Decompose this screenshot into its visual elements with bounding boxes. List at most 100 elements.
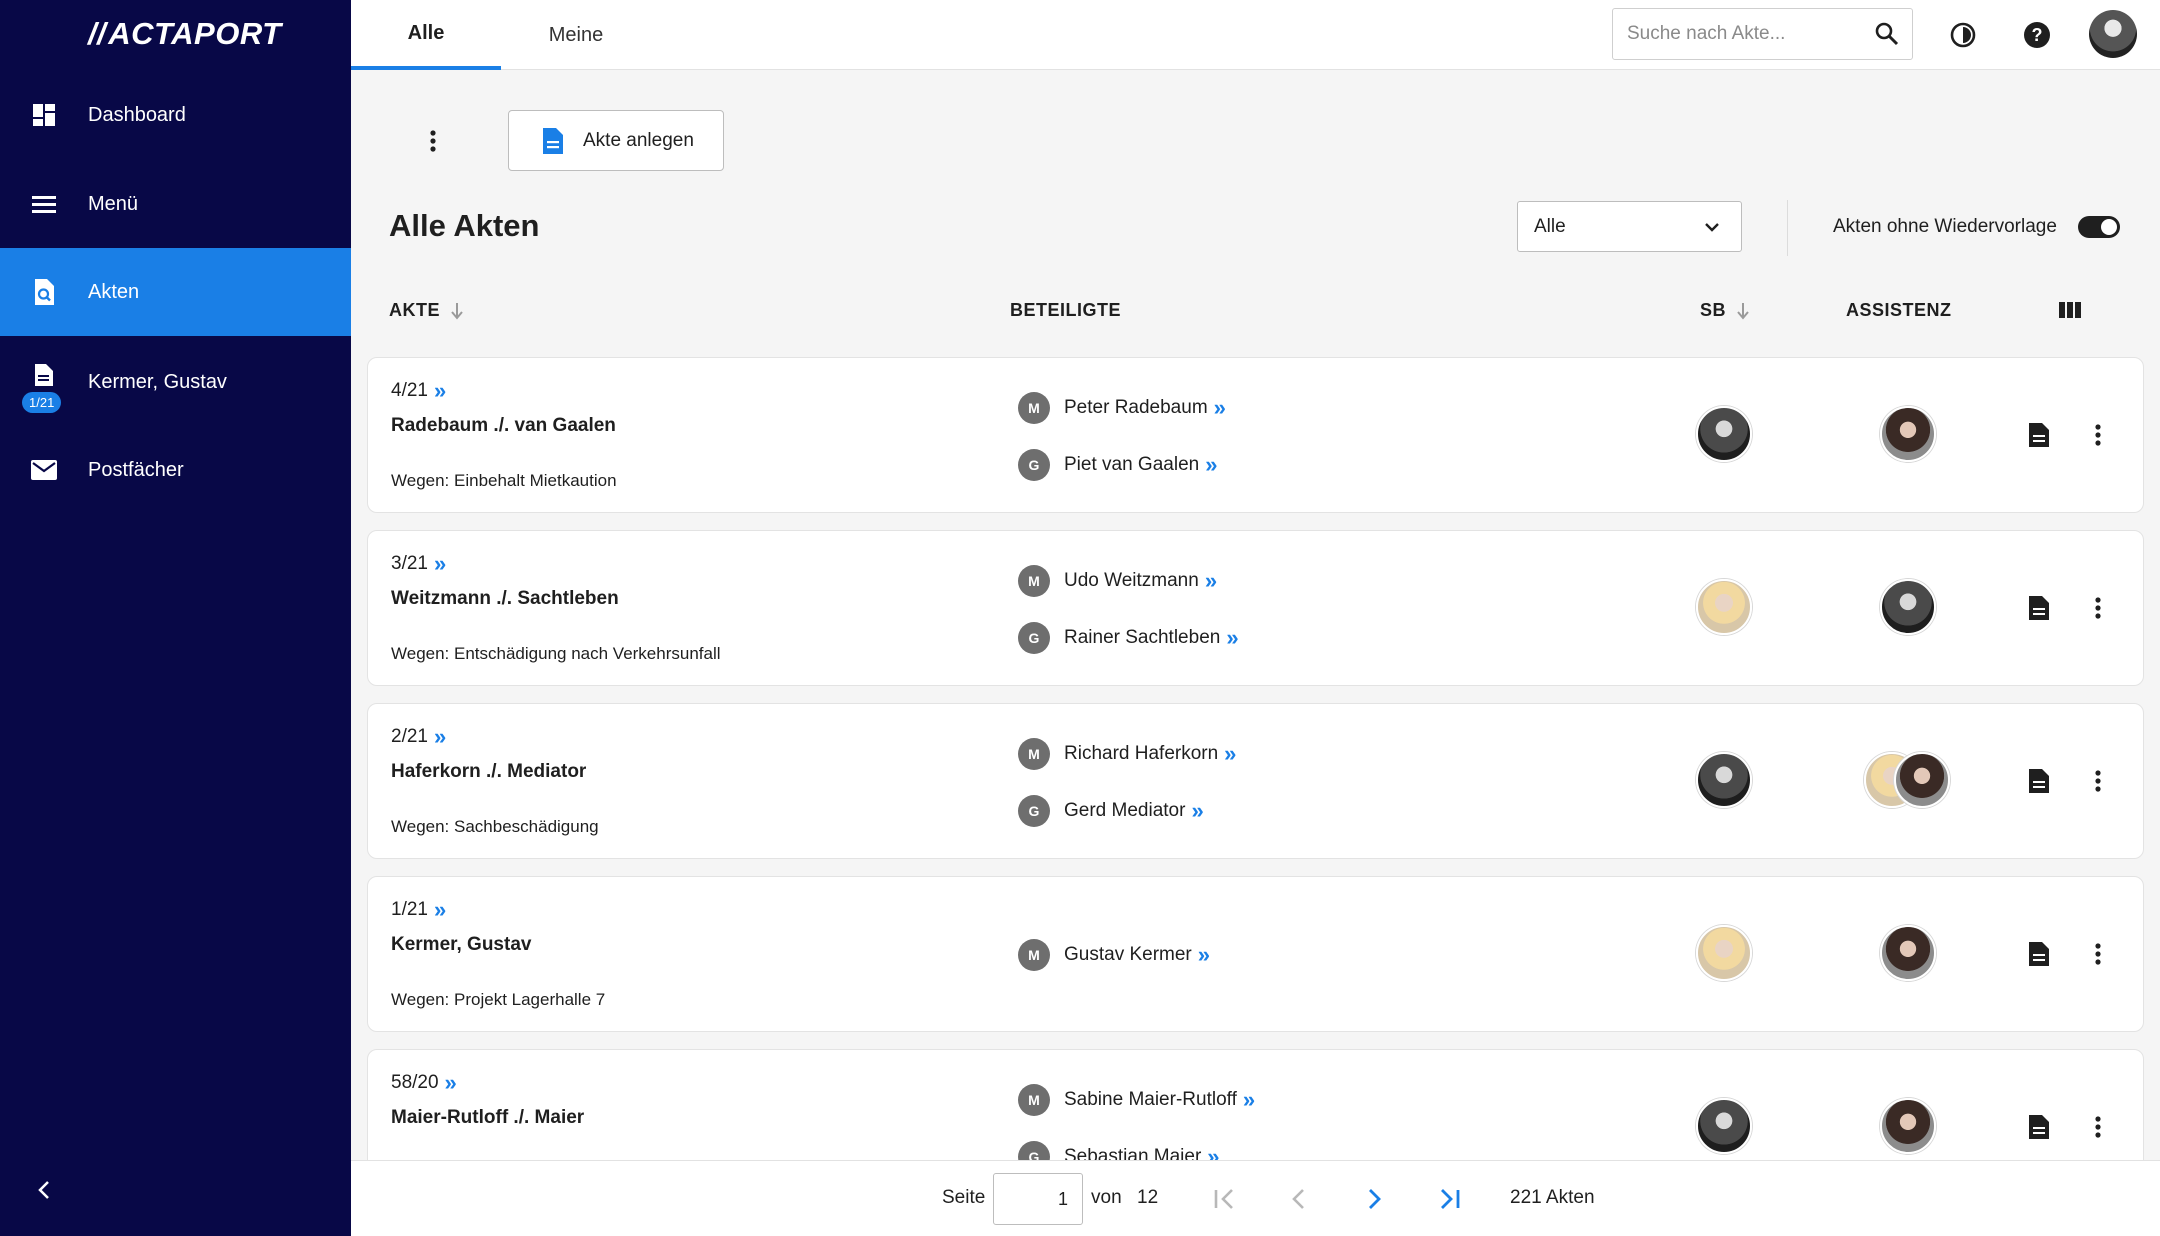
sidebar-item-postfaecher[interactable]: Postfächer: [0, 426, 351, 514]
sidebar-item-akten[interactable]: Akten: [0, 248, 351, 336]
table-row[interactable]: 1/21 » Kermer, Gustav Wegen: Projekt Lage…: [367, 876, 2144, 1032]
akte-name: Radebaum ./. van Gaalen: [391, 415, 616, 436]
open-party-link-icon[interactable]: »: [1243, 1089, 1255, 1111]
actaport-logo[interactable]: //ACTAPORT: [88, 16, 282, 52]
akte-name: Haferkorn ./. Mediator: [391, 761, 587, 782]
help-button[interactable]: ?: [2020, 18, 2054, 52]
column-header-sb[interactable]: SB: [1700, 300, 1750, 321]
sidebar-item-label: Menü: [88, 192, 139, 215]
collapse-sidebar-button[interactable]: [30, 1176, 58, 1204]
tab-alle[interactable]: Alle: [351, 0, 501, 70]
open-akte-link-icon[interactable]: »: [445, 1072, 457, 1094]
party-role-badge: M: [1018, 1084, 1050, 1116]
assistenz-avatar[interactable]: [1894, 752, 1950, 808]
search-input[interactable]: [1627, 9, 1867, 59]
sb-avatar[interactable]: [1696, 1098, 1752, 1154]
party-role-badge: M: [1018, 392, 1050, 424]
open-akte-link-icon[interactable]: »: [434, 726, 446, 748]
first-page-button[interactable]: [1209, 1183, 1241, 1215]
sidebar-item-menu[interactable]: Menü: [0, 160, 351, 248]
open-party-link-icon[interactable]: »: [1198, 944, 1210, 966]
open-party-link-icon[interactable]: »: [1191, 800, 1203, 822]
open-akte-link-icon[interactable]: »: [434, 553, 446, 575]
search-icon[interactable]: [1874, 21, 1900, 47]
document-icon[interactable]: [2028, 1114, 2050, 1140]
party-name: Richard Haferkorn: [1064, 743, 1219, 764]
open-akte-link-icon[interactable]: »: [434, 899, 446, 921]
row-more-button[interactable]: [2088, 939, 2108, 969]
row-more-button[interactable]: [2088, 420, 2108, 450]
column-header-akte[interactable]: AKTE: [389, 300, 464, 321]
party-name: Peter Radebaum: [1064, 397, 1208, 418]
divider: [1787, 200, 1788, 256]
sb-avatar[interactable]: [1696, 406, 1752, 462]
table-row[interactable]: 2/21 » Haferkorn ./. Mediator Wegen: Sach…: [367, 703, 2144, 859]
theme-toggle-button[interactable]: [1946, 18, 1980, 52]
page-number-input[interactable]: [993, 1173, 1083, 1225]
akte-subject: Wegen: Entschädigung nach Verkehrsunfall: [391, 644, 721, 663]
akte-subject: Wegen: Sachbeschädigung: [391, 817, 599, 836]
assistenz-avatar[interactable]: [1880, 406, 1936, 462]
sidebar-item-dashboard[interactable]: Dashboard: [0, 71, 351, 159]
sidebar-item-kermer-gustav[interactable]: 1/21 Kermer, Gustav: [0, 338, 351, 426]
tab-meine[interactable]: Meine: [501, 0, 651, 70]
akten-filter-select[interactable]: Alle: [1517, 201, 1742, 252]
sidebar-item-label: Dashboard: [88, 103, 186, 126]
columns-icon[interactable]: [2058, 300, 2082, 320]
open-party-link-icon[interactable]: »: [1205, 454, 1217, 476]
akten-ohne-wiedervorlage-toggle[interactable]: [2078, 216, 2120, 238]
row-more-button[interactable]: [2088, 766, 2108, 796]
assistenz-avatar[interactable]: [1880, 1098, 1936, 1154]
document-icon[interactable]: [2028, 768, 2050, 794]
akte-number: 2/21: [391, 726, 428, 747]
party-name: Gustav Kermer: [1064, 944, 1192, 965]
party-role-badge: G: [1018, 795, 1050, 827]
table-row[interactable]: 4/21 » Radebaum ./. van Gaalen Wegen: Ein…: [367, 357, 2144, 513]
akte-name: Kermer, Gustav: [391, 934, 532, 955]
create-akte-button[interactable]: Akte anlegen: [508, 110, 724, 171]
sidebar-item-label: Akten: [88, 280, 140, 303]
user-avatar[interactable]: [2089, 10, 2137, 58]
open-akte-link-icon[interactable]: »: [434, 380, 446, 402]
sidebar: //ACTAPORT Dashboard Menü Akten 1/21 Ker…: [0, 0, 351, 1236]
party-name: Sabine Maier-Rutloff: [1064, 1089, 1237, 1110]
table-row[interactable]: 3/21 » Weitzmann ./. Sachtleben Wegen: En…: [367, 530, 2144, 686]
create-akte-label: Akte anlegen: [583, 129, 694, 151]
next-page-button[interactable]: [1358, 1183, 1390, 1215]
open-party-link-icon[interactable]: »: [1214, 397, 1226, 419]
more-actions-button[interactable]: [418, 126, 448, 156]
sb-avatar[interactable]: [1696, 925, 1752, 981]
page-title: Alle Akten: [389, 208, 540, 243]
total-pages: 12: [1137, 1187, 1159, 1208]
help-icon: ?: [2024, 22, 2050, 48]
sb-avatar[interactable]: [1696, 752, 1752, 808]
assistenz-avatar[interactable]: [1880, 925, 1936, 981]
open-party-link-icon[interactable]: »: [1224, 743, 1236, 765]
chevron-left-icon: [38, 1181, 49, 1199]
row-more-button[interactable]: [2088, 593, 2108, 623]
svg-text:?: ?: [2032, 25, 2043, 45]
search-box: [1612, 8, 1913, 60]
contrast-icon: [1950, 22, 1976, 48]
more-vertical-icon: [430, 130, 436, 152]
party-role-badge: M: [1018, 565, 1050, 597]
document-icon[interactable]: [2028, 422, 2050, 448]
first-page-icon: [1214, 1189, 1233, 1209]
open-party-link-icon[interactable]: »: [1205, 570, 1217, 592]
document-icon[interactable]: [2028, 595, 2050, 621]
previous-page-button[interactable]: [1283, 1183, 1315, 1215]
assistenz-avatar[interactable]: [1880, 579, 1936, 635]
menu-icon: [30, 190, 58, 218]
open-party-link-icon[interactable]: »: [1226, 627, 1238, 649]
document-icon: [30, 361, 58, 389]
party-name: Udo Weitzmann: [1064, 570, 1199, 591]
toggle-label: Akten ohne Wiedervorlage: [1833, 216, 2057, 237]
akte-name: Maier-Rutloff ./. Maier: [391, 1107, 585, 1128]
party-item: G Piet van Gaalen »: [1018, 449, 1217, 481]
total-akten-count: 221 Akten: [1510, 1187, 1595, 1208]
document-icon[interactable]: [2028, 941, 2050, 967]
row-more-button[interactable]: [2088, 1112, 2108, 1142]
filter-value: Alle: [1534, 216, 1566, 237]
last-page-button[interactable]: [1433, 1183, 1465, 1215]
sb-avatar[interactable]: [1696, 579, 1752, 635]
